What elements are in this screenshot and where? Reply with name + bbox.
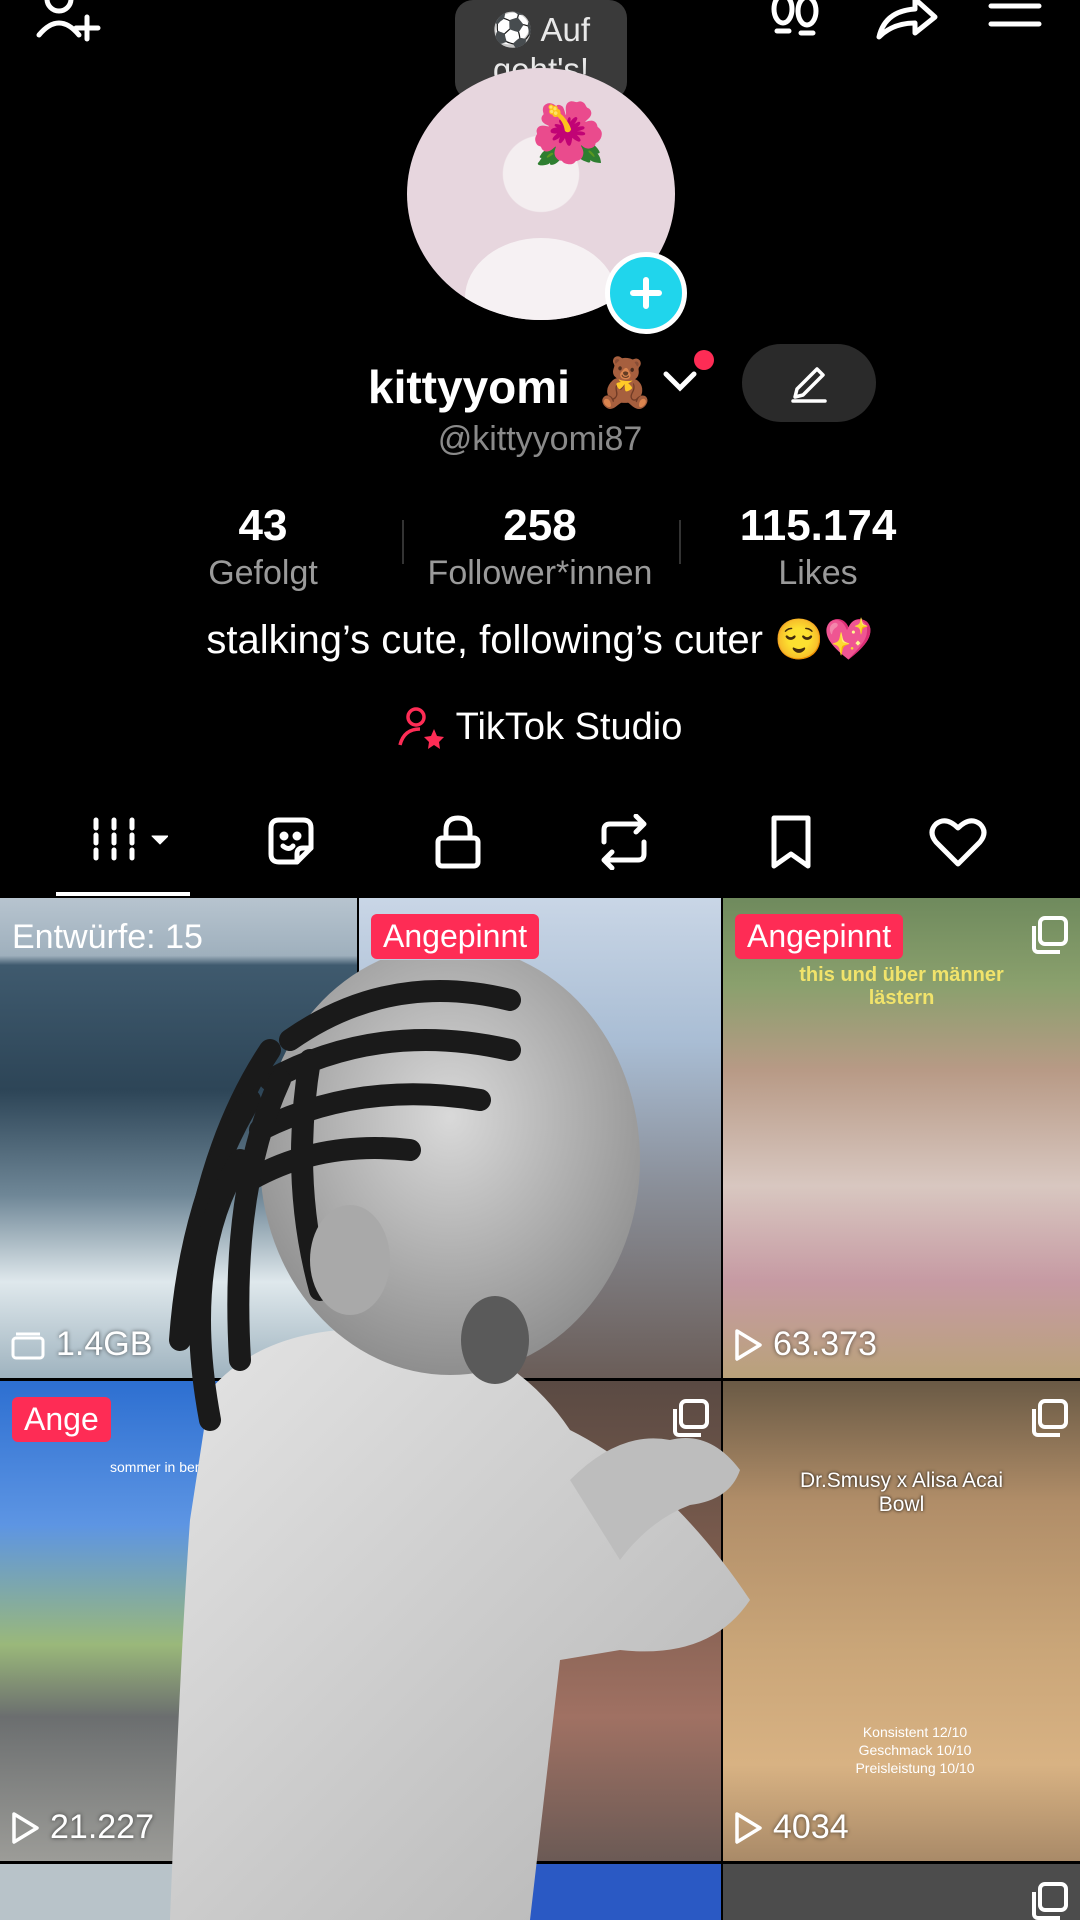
tab-saved[interactable] (736, 812, 846, 872)
tab-favorites[interactable] (236, 812, 346, 872)
views-text: 63.373 (773, 1325, 877, 1363)
username-handle: @kittyyomi87 (437, 420, 643, 458)
soccer-ball-icon: ⚽ (492, 11, 534, 48)
name-row: kittyyomi 🧸 (0, 344, 1080, 422)
rating-text: Konsistent 12/10 Geschmack 10/10 Preisle… (855, 1724, 975, 1776)
stat-value: 115.174 (739, 501, 897, 550)
active-tab-indicator (56, 892, 190, 896)
sticker-icon (268, 817, 314, 865)
tiktok-studio-link[interactable]: TikTok Studio (0, 706, 1080, 749)
tab-videos[interactable] (68, 812, 178, 872)
stat-label: Gefolgt (208, 554, 318, 592)
creator-star-icon (397, 706, 444, 749)
video-caption: this und über männer lästern (799, 964, 1004, 1009)
grid-icon (93, 817, 168, 867)
multi-image-icon (1032, 1399, 1068, 1437)
views-text: 21.227 (50, 1808, 154, 1846)
pencil-icon (791, 367, 827, 403)
stat-likes[interactable]: 115.174 Likes (688, 500, 948, 594)
edit-profile-button[interactable] (742, 344, 876, 422)
hibiscus-icon: 🌺 (531, 100, 606, 167)
folder-icon (11, 1332, 45, 1359)
share-icon[interactable] (866, 0, 946, 50)
multi-image-icon (1032, 916, 1068, 954)
display-name[interactable]: kittyyomi (368, 360, 570, 414)
drafts-label: Entwürfe: 15 (12, 918, 203, 956)
multi-image-icon (1032, 1882, 1068, 1920)
stat-value: 258 (503, 501, 577, 550)
tooltip-text: Auf (540, 11, 590, 48)
pinned-badge: Angepinnt (735, 914, 904, 959)
size-text: 1.4GB (56, 1325, 153, 1363)
chevron-down-icon[interactable] (662, 366, 698, 401)
video-tile[interactable] (723, 1864, 1080, 1920)
video-tile[interactable]: Dr.Smusy x Alisa Acai Bowl Konsistent 12… (723, 1381, 1080, 1861)
stat-value: 43 (238, 501, 288, 550)
tab-reposts[interactable] (569, 812, 679, 872)
repost-icon (601, 814, 647, 870)
views-text: 4034 (773, 1808, 849, 1846)
heart-icon (929, 818, 987, 867)
menu-icon[interactable] (982, 0, 1048, 50)
pinned-badge: Ange (12, 1397, 111, 1442)
add-friend-icon[interactable] (30, 0, 110, 50)
bio: stalking’s cute, following’s cuter 😌💖 (206, 618, 874, 662)
add-story-button[interactable] (605, 252, 687, 334)
stat-label: Follower*innen (427, 554, 653, 592)
video-tile[interactable]: Angepinnt this und über männer lästern 6… (723, 898, 1080, 1378)
view-count: 21.227 (10, 1808, 154, 1847)
stat-followers[interactable]: 258 Follower*innen (410, 500, 670, 594)
play-icon (12, 1811, 39, 1844)
video-title: Dr.Smusy x Alisa Acai Bowl (799, 1469, 1004, 1516)
drafts-size: 1.4GB (10, 1325, 152, 1364)
child-overlay-image (169, 960, 750, 1920)
stat-label: Likes (778, 554, 858, 592)
pinned-badge: Angepinnt (371, 914, 540, 959)
tab-private[interactable] (403, 812, 513, 872)
stat-following[interactable]: 43 Gefolgt (133, 500, 393, 594)
bookmark-icon (771, 815, 811, 869)
footprints-icon[interactable] (760, 0, 830, 50)
studio-label: TikTok Studio (455, 706, 683, 748)
teddy-bear-icon: 🧸 (595, 357, 655, 410)
stat-divider (402, 520, 404, 564)
lock-icon (435, 815, 481, 869)
tab-liked[interactable] (903, 812, 1013, 872)
stat-divider (679, 520, 681, 564)
notification-dot (694, 350, 714, 370)
